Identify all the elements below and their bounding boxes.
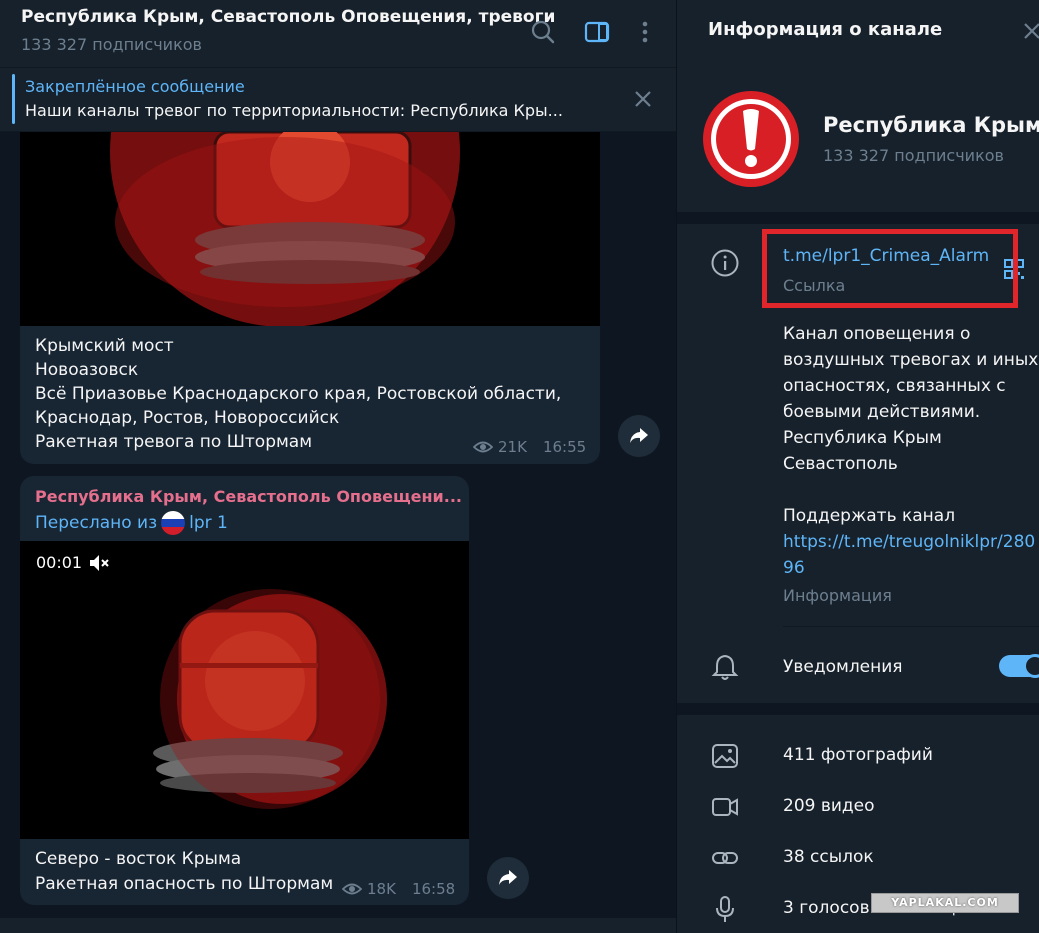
section-separator (677, 212, 1039, 224)
message-caption-line: Всё Приазовье Краснодарского края, Росто… (35, 384, 562, 404)
watermark: YAPLAKAL.COM (871, 893, 1019, 913)
forwarded-prefix: Переслано из (35, 513, 158, 533)
siren-video[interactable]: 00:01 (20, 541, 469, 839)
description-line: Севастополь (783, 454, 898, 474)
siren-image[interactable] (20, 132, 600, 326)
share-arrow-icon (499, 870, 517, 885)
channel-subscribers: 133 327 подписчиков (823, 146, 1004, 165)
views-eye-icon (342, 883, 362, 895)
video-icon (710, 792, 740, 822)
row-divider (783, 626, 1039, 627)
search-icon[interactable] (529, 18, 557, 46)
support-text: Поддержать канал (783, 506, 956, 526)
share-button[interactable] (487, 857, 529, 899)
message-caption-line: Новоазовск (35, 360, 139, 380)
message-caption-line: Северо - восток Крыма (35, 849, 242, 869)
view-count: 21K (498, 438, 527, 456)
channel-info-panel: Информация о канале Республика Крым... 1… (677, 0, 1039, 933)
notifications-label: Уведомления (783, 657, 903, 677)
message-time: 16:58 (411, 880, 456, 898)
info-icon (710, 248, 740, 278)
notifications-toggle[interactable] (999, 654, 1039, 678)
more-menu-icon[interactable] (631, 18, 659, 46)
link-highlight-box (762, 229, 1018, 308)
chat-title[interactable]: Республика Крым, Севастополь Оповещения,… (21, 7, 555, 27)
link-icon (710, 843, 740, 873)
message-caption-line: Крымский мост (35, 336, 174, 356)
message-bubble[interactable]: Крымский мост Новоазовск Всё Приазовье К… (20, 132, 600, 464)
forwarded-source: lpr 1 (189, 513, 228, 533)
media-videos[interactable]: 209 видео (783, 796, 875, 816)
description-line: Канал оповещения о (783, 324, 971, 344)
channel-name: Республика Крым... (823, 113, 1039, 137)
sidebar-toggle-icon[interactable] (583, 18, 611, 46)
pinned-message-bar[interactable]: Закреплённое сообщение Наши каналы трево… (0, 68, 676, 132)
message-caption-line: Краснодар, Ростов, Новороссийск (35, 408, 340, 428)
channel-description: Канал оповещения о воздушных тревогах и … (783, 321, 1039, 581)
message-bubble[interactable]: Республика Крым, Севастополь Оповещени..… (20, 476, 469, 905)
russian-flag-icon (161, 511, 186, 535)
pinned-text: Наши каналы тревог по территориальности:… (25, 101, 563, 120)
composer-edge (0, 918, 676, 933)
close-icon[interactable] (1021, 20, 1039, 46)
forwarded-from[interactable]: Переслано из lpr 1 (35, 511, 228, 535)
media-links[interactable]: 38 ссылок (783, 847, 874, 867)
pinned-title: Закреплённое сообщение (25, 77, 245, 96)
muted-speaker-icon[interactable] (88, 553, 112, 573)
description-line: боевыми действиями. (783, 402, 981, 422)
pinned-indicator (12, 74, 15, 124)
photo-icon (710, 741, 740, 771)
toggle-knob (1023, 654, 1039, 678)
chat-pane: Республика Крым, Севастополь Оповещения,… (0, 0, 676, 933)
close-pinned-icon[interactable] (632, 88, 654, 110)
view-count: 18K (367, 880, 396, 898)
views-eye-icon (473, 441, 493, 453)
video-timestamp: 00:01 (36, 553, 83, 572)
channel-avatar[interactable] (703, 91, 799, 187)
chat-header[interactable]: Республика Крым, Севастополь Оповещения,… (0, 0, 676, 68)
bell-icon (710, 652, 740, 682)
message-caption-line: Ракетная тревога по Штормам (35, 432, 313, 452)
description-label: Информация (783, 586, 892, 605)
description-line: Республика Крым (783, 428, 942, 448)
message-caption-line: Ракетная опасность по Штормам (35, 874, 334, 894)
microphone-icon (710, 894, 740, 924)
info-panel-title: Информация о канале (708, 19, 943, 40)
chat-subscribers: 133 327 подписчиков (21, 35, 202, 54)
support-link[interactable]: https://t.me/treugolniklpr/28096 (783, 529, 1039, 581)
message-meta: 21K 16:55 (473, 438, 586, 456)
message-time: 16:55 (542, 438, 587, 456)
message-meta: 18K 16:58 (342, 880, 455, 898)
description-line: опасностях, связанных с (783, 376, 1006, 396)
media-photos[interactable]: 411 фотографий (783, 745, 933, 765)
share-arrow-icon (630, 428, 648, 443)
sender-name[interactable]: Республика Крым, Севастополь Оповещени..… (35, 487, 462, 506)
share-button[interactable] (618, 415, 660, 457)
section-separator (677, 703, 1039, 715)
description-line: воздушных тревогах и иных (783, 350, 1039, 370)
